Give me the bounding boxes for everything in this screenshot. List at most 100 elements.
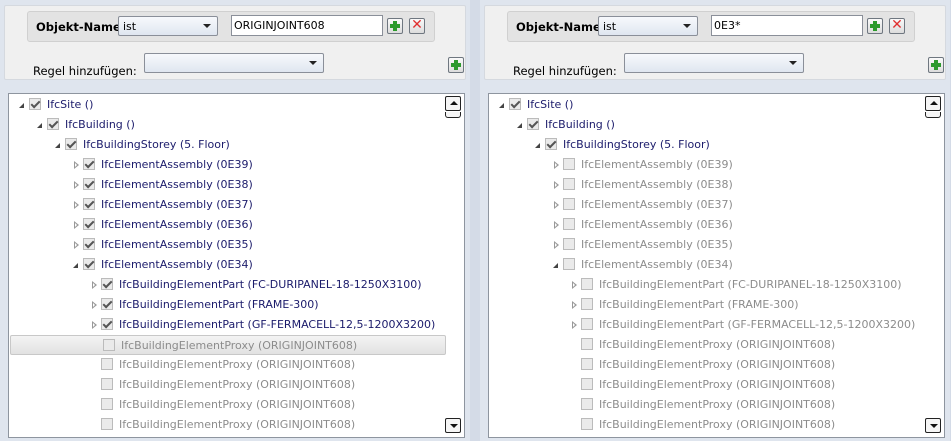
tree-item[interactable]: IfcElementAssembly (0E39) [9, 155, 445, 175]
checkbox[interactable] [581, 378, 593, 390]
tree-item[interactable]: IfcElementAssembly (0E36) [489, 215, 925, 235]
tree-item[interactable]: IfcBuildingElementPart (FRAME-300) [489, 295, 925, 315]
tree-item[interactable]: IfcBuilding () [489, 115, 925, 135]
add-rule-button[interactable] [448, 57, 464, 73]
tree-item[interactable]: IfcBuildingStorey (5. Floor) [9, 135, 445, 155]
checkbox[interactable] [83, 198, 95, 210]
expand-arrow-icon[interactable] [554, 221, 559, 229]
scroll-thumb[interactable] [925, 112, 941, 118]
tree-item[interactable]: IfcBuildingElementProxy (ORIGINJOINT608) [489, 355, 925, 375]
tree-item[interactable]: IfcElementAssembly (0E34) [489, 255, 925, 275]
tree-item[interactable]: IfcElementAssembly (0E35) [489, 235, 925, 255]
tree-item[interactable]: IfcBuildingElementProxy (ORIGINJOINT608) [489, 375, 925, 395]
tree-item[interactable]: IfcBuildingElementProxy (ORIGINJOINT608) [9, 355, 445, 375]
scroll-down-button[interactable] [925, 418, 941, 433]
expand-arrow-icon[interactable] [554, 241, 559, 249]
expand-arrow-icon[interactable] [74, 181, 79, 189]
tree-item[interactable]: IfcBuildingElementPart (FC-DURIPANEL-18-… [489, 275, 925, 295]
tree-item[interactable]: IfcBuilding () [9, 115, 445, 135]
checkbox[interactable] [83, 238, 95, 250]
checkbox[interactable] [581, 418, 593, 430]
checkbox[interactable] [101, 358, 113, 370]
tree-item[interactable]: IfcBuildingElementProxy (ORIGINJOINT608) [9, 395, 445, 415]
checkbox[interactable] [101, 418, 113, 430]
checkbox[interactable] [83, 258, 95, 270]
collapse-arrow-icon[interactable] [19, 103, 24, 108]
remove-rule-button[interactable]: ✕ [409, 18, 425, 34]
expand-arrow-icon[interactable] [74, 161, 79, 169]
checkbox[interactable] [101, 378, 113, 390]
checkbox[interactable] [581, 338, 593, 350]
checkbox[interactable] [101, 398, 113, 410]
expand-arrow-icon[interactable] [554, 201, 559, 209]
tree-item[interactable]: IfcElementAssembly (0E34) [9, 255, 445, 275]
checkbox[interactable] [545, 138, 557, 150]
checkbox[interactable] [563, 158, 575, 170]
checkbox[interactable] [581, 318, 593, 330]
checkbox[interactable] [581, 398, 593, 410]
tree-item[interactable]: IfcBuildingElementProxy (ORIGINJOINT608) [489, 335, 925, 355]
expand-arrow-icon[interactable] [554, 181, 559, 189]
tree-item[interactable]: IfcBuildingElementPart (FRAME-300) [9, 295, 445, 315]
remove-rule-button[interactable]: ✕ [889, 18, 905, 34]
tree-item[interactable]: IfcElementAssembly (0E38) [9, 175, 445, 195]
checkbox[interactable] [563, 238, 575, 250]
value-input[interactable]: 0E3* [711, 15, 863, 36]
checkbox[interactable] [563, 258, 575, 270]
collapse-arrow-icon[interactable] [553, 263, 558, 268]
checkbox[interactable] [581, 298, 593, 310]
checkbox[interactable] [65, 138, 77, 150]
scroll-up-button[interactable] [925, 96, 941, 111]
add-rule-dropdown[interactable] [144, 53, 324, 73]
expand-arrow-icon[interactable] [572, 301, 577, 309]
add-condition-button[interactable] [867, 18, 883, 34]
tree-item[interactable]: IfcElementAssembly (0E37) [489, 195, 925, 215]
tree-item[interactable]: IfcElementAssembly (0E35) [9, 235, 445, 255]
collapse-arrow-icon[interactable] [499, 103, 504, 108]
tree-item[interactable]: IfcBuildingElementProxy (ORIGINJOINT608) [10, 335, 446, 355]
checkbox[interactable] [103, 339, 115, 351]
expand-arrow-icon[interactable] [92, 301, 97, 309]
tree-item[interactable]: IfcBuildingElementPart (FC-DURIPANEL-18-… [9, 275, 445, 295]
expand-arrow-icon[interactable] [74, 221, 79, 229]
scroll-thumb[interactable] [445, 112, 461, 118]
add-condition-button[interactable] [387, 18, 403, 34]
expand-arrow-icon[interactable] [74, 241, 79, 249]
checkbox[interactable] [83, 178, 95, 190]
tree-item[interactable]: IfcSite () [489, 95, 925, 115]
checkbox[interactable] [101, 278, 113, 290]
object-tree[interactable]: IfcSite () IfcBuilding () IfcBuildingStore… [488, 93, 945, 438]
checkbox[interactable] [101, 298, 113, 310]
value-input[interactable]: ORIGINJOINT608 [231, 15, 383, 36]
collapse-arrow-icon[interactable] [517, 123, 522, 128]
expand-arrow-icon[interactable] [74, 201, 79, 209]
scroll-up-button[interactable] [445, 96, 461, 111]
checkbox[interactable] [83, 158, 95, 170]
tree-item[interactable]: IfcBuildingElementProxy (ORIGINJOINT608) [489, 415, 925, 435]
collapse-arrow-icon[interactable] [535, 143, 540, 148]
checkbox[interactable] [101, 318, 113, 330]
expand-arrow-icon[interactable] [572, 321, 577, 329]
scroll-down-button[interactable] [445, 418, 461, 433]
vertical-scrollbar[interactable] [925, 96, 942, 435]
checkbox[interactable] [527, 118, 539, 130]
checkbox[interactable] [563, 178, 575, 190]
tree-item[interactable]: IfcBuildingStorey (5. Floor) [489, 135, 925, 155]
operator-dropdown[interactable]: ist [118, 16, 218, 36]
tree-item[interactable]: IfcBuildingElementProxy (ORIGINJOINT608) [9, 375, 445, 395]
checkbox[interactable] [47, 118, 59, 130]
checkbox[interactable] [581, 358, 593, 370]
vertical-scrollbar[interactable] [445, 96, 462, 435]
collapse-arrow-icon[interactable] [73, 263, 78, 268]
tree-item[interactable]: IfcBuildingElementProxy (ORIGINJOINT608) [9, 415, 445, 435]
checkbox[interactable] [83, 218, 95, 230]
checkbox[interactable] [581, 278, 593, 290]
add-rule-button[interactable] [928, 57, 944, 73]
tree-item[interactable]: IfcElementAssembly (0E36) [9, 215, 445, 235]
tree-item[interactable]: IfcBuildingElementPart (GF-FERMACELL-12,… [9, 315, 445, 335]
expand-arrow-icon[interactable] [92, 321, 97, 329]
collapse-arrow-icon[interactable] [55, 143, 60, 148]
checkbox[interactable] [29, 98, 41, 110]
tree-item[interactable]: IfcElementAssembly (0E39) [489, 155, 925, 175]
tree-item[interactable]: IfcElementAssembly (0E37) [9, 195, 445, 215]
